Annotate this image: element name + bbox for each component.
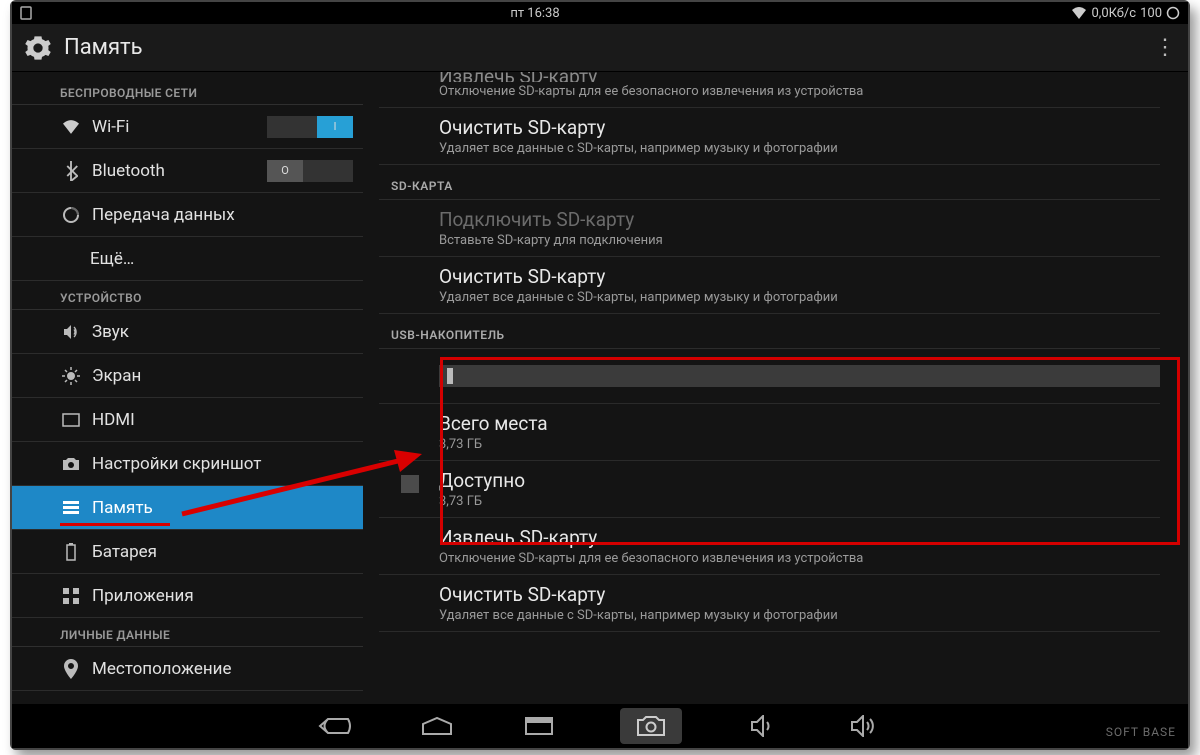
row-eject-sd-bottom[interactable]: Извлечь SD-карту Отключение SD-карты для…	[379, 518, 1160, 575]
apps-icon	[60, 585, 82, 607]
sidebar-item-wifi[interactable]: Wi-Fi I	[12, 105, 363, 149]
sidebar-item-storage[interactable]: Память	[12, 486, 363, 530]
sidebar-item-label: Ещё…	[90, 249, 134, 269]
bluetooth-icon	[60, 160, 82, 182]
nav-back-button[interactable]	[314, 711, 356, 741]
nav-volume-down-button[interactable]	[742, 711, 784, 741]
category-device: УСТРОЙСТВО	[12, 281, 363, 310]
row-available[interactable]: Доступно 3,73 ГБ	[379, 461, 1160, 518]
brightness-icon	[60, 365, 82, 387]
annotation-underline	[60, 523, 170, 526]
overflow-menu-icon[interactable]: ⋮	[1154, 35, 1176, 60]
sidebar-item-label: Передача данных	[92, 205, 235, 225]
battery-icon	[60, 541, 82, 563]
battery-icon	[1166, 6, 1180, 20]
status-netspeed: 0,0Кб/с	[1091, 6, 1136, 21]
usb-storage-bar	[379, 349, 1160, 404]
sidebar-item-label: Wi-Fi	[92, 117, 129, 137]
sidebar-item-hdmi[interactable]: HDMI	[12, 398, 363, 442]
sidebar-item-location[interactable]: Местоположение	[12, 647, 363, 691]
status-time: пт 16:38	[52, 6, 1018, 21]
storage-detail-panel: Извлечь SD-карту Отключение SD-карты для…	[367, 72, 1188, 704]
sidebar-item-label: Местоположение	[92, 659, 232, 679]
section-sd-card: SD-КАРТА	[379, 165, 1160, 200]
available-color-swatch	[401, 475, 419, 493]
settings-sidebar: БЕСПРОВОДНЫЕ СЕТИ Wi-Fi I Bluetooth O Пе…	[12, 72, 367, 704]
sidebar-item-bluetooth[interactable]: Bluetooth O	[12, 149, 363, 193]
sidebar-item-label: Экран	[92, 366, 141, 386]
storage-icon	[60, 497, 82, 519]
sidebar-item-data-usage[interactable]: Передача данных	[12, 193, 363, 237]
row-eject-sd-top[interactable]: Извлечь SD-карту Отключение SD-карты для…	[379, 72, 1160, 108]
row-erase-sd-2[interactable]: Очистить SD-карту Удаляет все данные с S…	[379, 257, 1160, 314]
status-battery: 100	[1140, 6, 1162, 21]
row-total-space[interactable]: Всего места 3,73 ГБ	[379, 404, 1160, 461]
action-bar: Память ⋮	[12, 24, 1188, 72]
sidebar-item-label: Настройки скриншот	[92, 454, 261, 474]
row-mount-sd: Подключить SD-карту Вставьте SD-карту дл…	[379, 200, 1160, 257]
nav-home-button[interactable]	[416, 711, 458, 741]
row-erase-sd-bottom[interactable]: Очистить SD-карту Удаляет все данные с S…	[379, 575, 1160, 632]
bluetooth-toggle[interactable]: O	[267, 160, 353, 182]
sidebar-item-label: Приложения	[92, 586, 194, 606]
section-usb-storage: USB-НАКОПИТЕЛЬ	[379, 314, 1160, 349]
nav-volume-up-button[interactable]	[844, 711, 886, 741]
sidebar-item-label: Bluetooth	[92, 161, 165, 181]
sidebar-item-apps[interactable]: Приложения	[12, 574, 363, 618]
sound-icon	[60, 321, 82, 343]
status-bar: пт 16:38 0,0Кб/с 100	[12, 2, 1188, 24]
settings-gear-icon	[24, 34, 52, 62]
category-wireless: БЕСПРОВОДНЫЕ СЕТИ	[12, 76, 363, 105]
wifi-icon	[60, 116, 82, 138]
sidebar-item-more[interactable]: Ещё…	[12, 237, 363, 281]
sidebar-item-label: Звук	[92, 322, 129, 342]
watermark: SOFT BASE	[1106, 725, 1176, 739]
sidebar-item-screenshot[interactable]: Настройки скриншот	[12, 442, 363, 486]
wifi-icon	[1071, 6, 1087, 20]
nav-recent-button[interactable]	[518, 711, 560, 741]
category-personal: ЛИЧНЫЕ ДАННЫЕ	[12, 618, 363, 647]
data-usage-icon	[60, 204, 82, 226]
hdmi-icon	[60, 409, 82, 431]
navigation-bar: SOFT BASE	[12, 704, 1188, 748]
sidebar-item-sound[interactable]: Звук	[12, 310, 363, 354]
rotation-lock-icon	[12, 5, 52, 21]
wifi-toggle[interactable]: I	[267, 116, 353, 138]
sidebar-item-battery[interactable]: Батарея	[12, 530, 363, 574]
page-title: Память	[64, 35, 1154, 60]
sidebar-item-label: HDMI	[92, 410, 135, 430]
location-icon	[60, 658, 82, 680]
sidebar-item-display[interactable]: Экран	[12, 354, 363, 398]
sidebar-item-label: Батарея	[92, 542, 157, 562]
row-erase-sd-top[interactable]: Очистить SD-карту Удаляет все данные с S…	[379, 108, 1160, 165]
nav-screenshot-button[interactable]	[620, 708, 682, 744]
camera-icon	[60, 453, 82, 475]
sidebar-item-label: Память	[92, 498, 153, 518]
